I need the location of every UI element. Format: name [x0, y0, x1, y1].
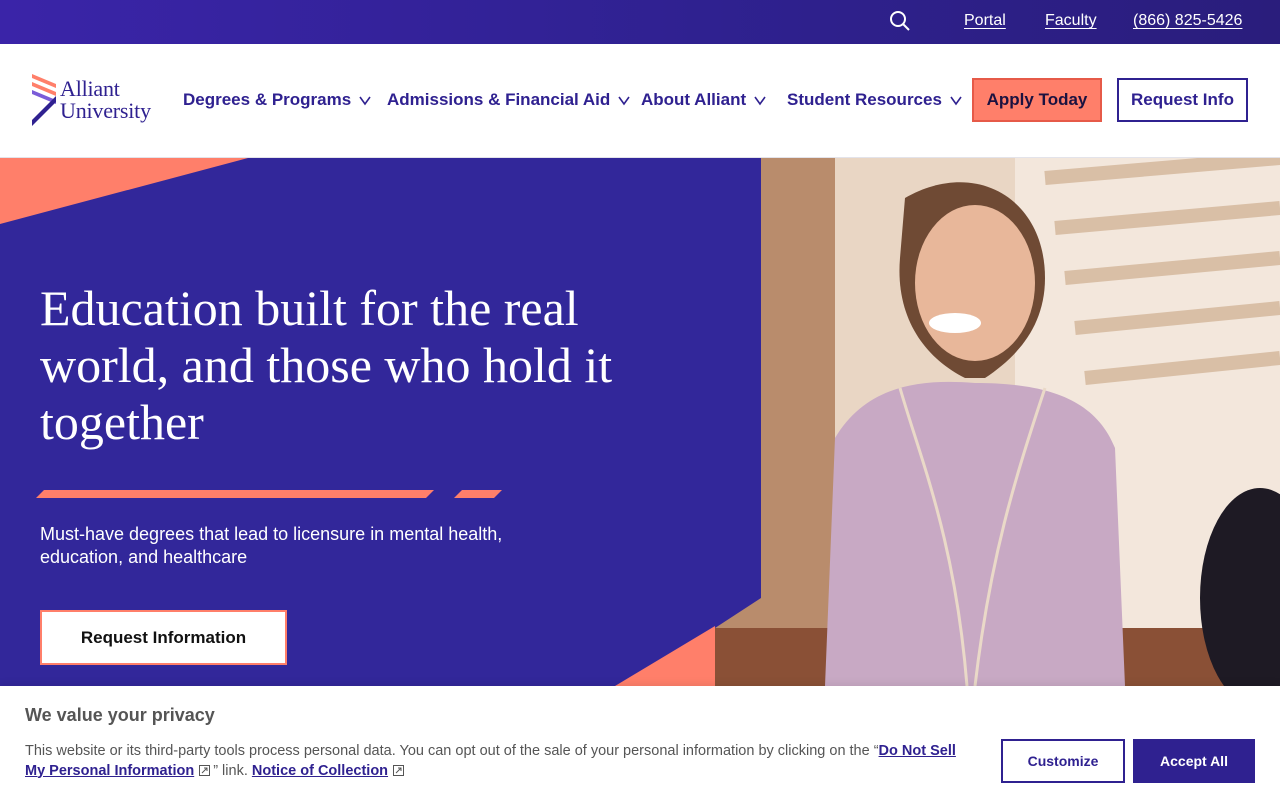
faculty-link[interactable]: Faculty — [1045, 12, 1097, 30]
chevron-down-icon — [950, 96, 962, 106]
nav-admissions-financial-aid[interactable]: Admissions & Financial Aid — [387, 90, 630, 110]
nav-student-resources[interactable]: Student Resources — [787, 90, 962, 110]
request-info-button[interactable]: Request Info — [1117, 78, 1248, 122]
portal-link[interactable]: Portal — [964, 12, 1006, 30]
cookie-consent-banner: We value your privacy This website or it… — [0, 686, 1280, 800]
main-header: Alliant University Degrees & Programs Ad… — [0, 44, 1280, 158]
decorative-stripe — [36, 490, 434, 498]
cookie-text-middle: ” link. — [213, 762, 248, 779]
cookie-text: This website or its third-party tools pr… — [25, 742, 975, 781]
apply-today-button[interactable]: Apply Today — [972, 78, 1102, 122]
logo-line1: Alliant — [60, 76, 120, 101]
utility-bar: Portal Faculty (866) 825-5426 — [0, 0, 1280, 44]
external-link-icon — [199, 764, 211, 776]
hero-section: Education built for the real world, and … — [0, 158, 1280, 686]
alliant-logo[interactable]: Alliant University — [30, 74, 170, 128]
phone-link[interactable]: (866) 825-5426 — [1133, 12, 1242, 30]
search-icon[interactable] — [889, 10, 911, 32]
nav-degrees-programs[interactable]: Degrees & Programs — [183, 90, 371, 110]
logo-chevrons-icon — [32, 74, 56, 126]
chevron-down-icon — [618, 96, 630, 106]
cookie-title: We value your privacy — [25, 705, 215, 725]
chevron-down-icon — [754, 96, 766, 106]
hero-subtitle: Must-have degrees that lead to licensure… — [40, 524, 503, 567]
nav-about-alliant[interactable]: About Alliant — [641, 90, 766, 110]
nav-label: Degrees & Programs — [183, 90, 352, 109]
customize-button[interactable]: Customize — [1001, 739, 1125, 783]
accept-all-button[interactable]: Accept All — [1133, 739, 1255, 783]
nav-label: About Alliant — [641, 90, 747, 109]
notice-of-collection-link[interactable]: Notice of Collection — [252, 763, 388, 779]
logo-wordmark: Alliant University — [60, 78, 151, 122]
logo-line2: University — [60, 98, 151, 123]
cookie-text-before: This website or its third-party tools pr… — [25, 743, 879, 759]
chevron-down-icon — [359, 96, 371, 106]
external-link-icon — [393, 764, 405, 776]
decorative-stripe — [454, 490, 502, 498]
nav-label: Student Resources — [787, 90, 942, 109]
request-information-button[interactable]: Request Information — [40, 610, 287, 665]
hero-title: Education built for the real world, and … — [40, 280, 613, 450]
nav-label: Admissions & Financial Aid — [387, 90, 611, 109]
